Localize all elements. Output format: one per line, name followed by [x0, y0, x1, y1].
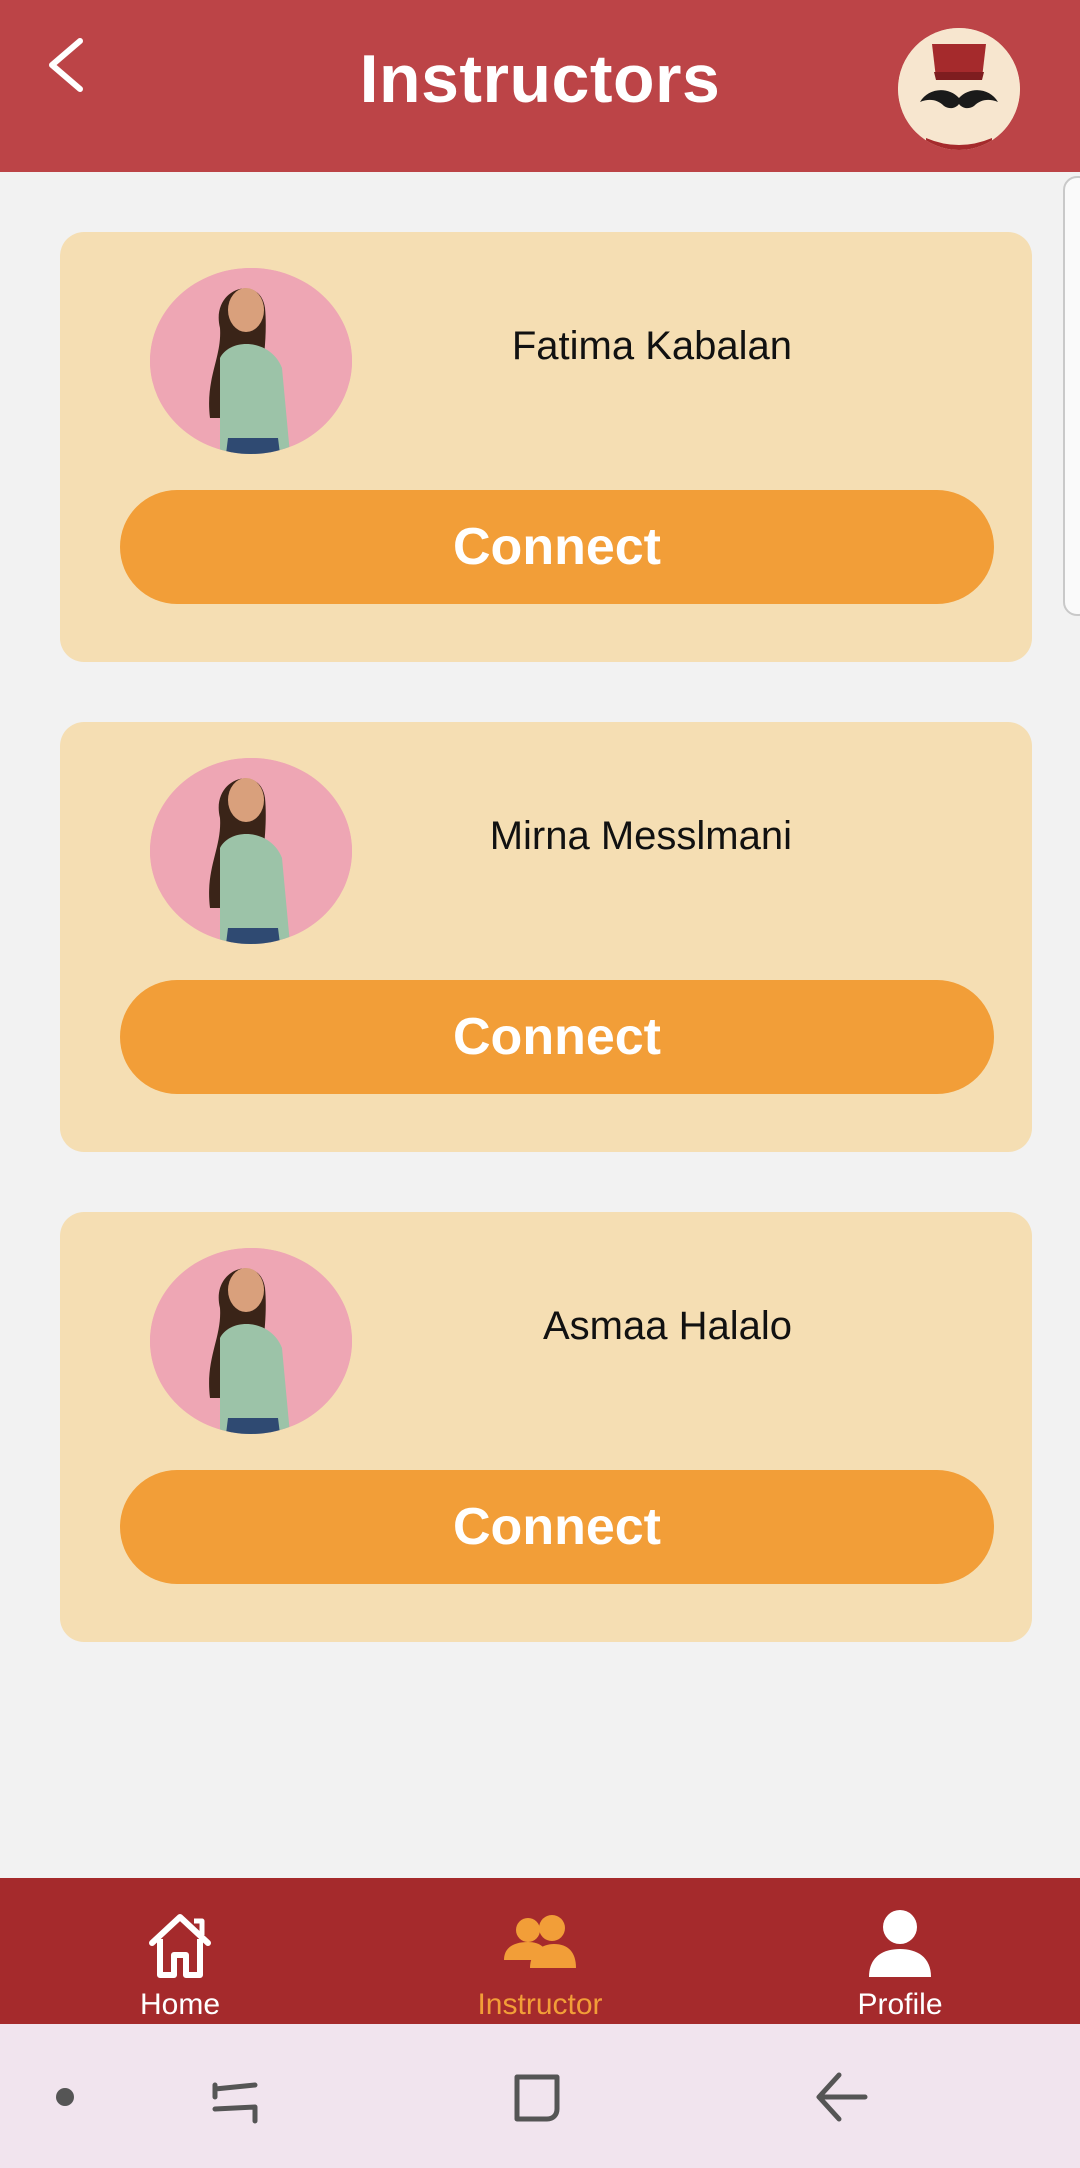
connect-button[interactable]: Connect: [120, 490, 994, 604]
connect-button[interactable]: Connect: [120, 1470, 994, 1584]
group-icon: [504, 1915, 576, 1968]
connect-button[interactable]: Connect: [120, 980, 994, 1094]
instructor-name: Mirna Messlmani: [489, 814, 792, 858]
nav-label-profile: Profile: [857, 1988, 943, 2021]
system-navigation-bar: [0, 2024, 1080, 2168]
mascot-avatar[interactable]: [898, 28, 1020, 150]
app-bar: Instructors: [0, 0, 1080, 172]
assistant-dot-button[interactable]: [30, 2062, 100, 2132]
instructor-list: Fatima Kabalan Connect Mirna Messlmani C…: [60, 232, 1032, 1702]
instructor-card: Asmaa Halalo Connect: [60, 1212, 1032, 1642]
instructor-photo: [150, 1248, 352, 1434]
person-icon: [869, 1910, 931, 1977]
home-square-icon: [514, 2074, 560, 2122]
instructor-card: Mirna Messlmani Connect: [60, 722, 1032, 1152]
back-arrow-icon: [816, 2072, 868, 2122]
nav-item-profile[interactable]: Profile: [720, 1878, 1080, 2024]
nav-item-instructor[interactable]: Instructor: [360, 1878, 720, 2024]
instructor-name: Fatima Kabalan: [511, 324, 792, 368]
instructor-avatar: [150, 758, 352, 944]
instructor-name: Asmaa Halalo: [542, 1304, 792, 1348]
instructor-photo: [150, 268, 352, 454]
system-back-button[interactable]: [806, 2062, 876, 2132]
fez-mustache-mascot-icon: [898, 28, 1020, 150]
instructor-card: Fatima Kabalan Connect: [60, 232, 1032, 662]
home-icon: [149, 1914, 211, 1978]
system-home-button[interactable]: [502, 2062, 572, 2132]
nav-label-instructor: Instructor: [477, 1988, 603, 2021]
instructor-avatar: [150, 268, 352, 454]
recent-apps-button[interactable]: [200, 2062, 270, 2132]
scroll-indicator[interactable]: [1063, 176, 1080, 616]
nav-label-home: Home: [139, 1988, 221, 2021]
recent-apps-icon: [212, 2082, 258, 2124]
bottom-navigation: Home Instructor Profile: [0, 1878, 1080, 2024]
dot-icon: [56, 2088, 74, 2106]
nav-item-home[interactable]: Home: [0, 1878, 360, 2024]
instructor-avatar: [150, 1248, 352, 1434]
instructor-photo: [150, 758, 352, 944]
